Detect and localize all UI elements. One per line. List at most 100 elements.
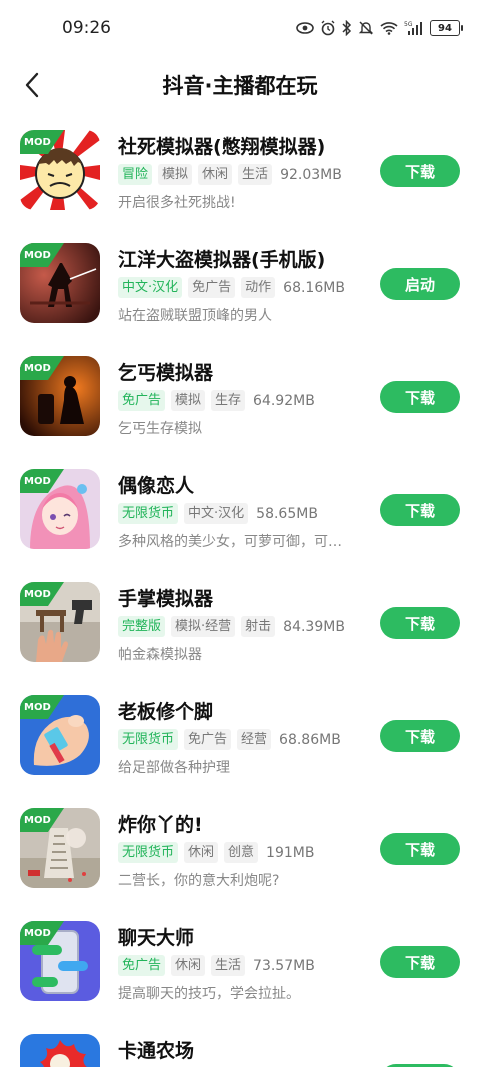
- list-item[interactable]: MOD 乞丐模拟器 免广告 模拟 生存 64.92MB 乞丐生存模拟 下载: [0, 346, 480, 459]
- status-time: 09:26: [62, 18, 111, 38]
- svg-text:MOD: MOD: [24, 137, 51, 148]
- tag: 中文·汉化: [184, 503, 249, 524]
- download-button[interactable]: 下载: [380, 946, 460, 978]
- download-button[interactable]: 下载: [380, 833, 460, 865]
- app-icon: MOD: [20, 130, 100, 210]
- mod-badge: MOD: [20, 130, 64, 154]
- app-description: 提高聊天的技巧，学会拉扯。: [118, 986, 300, 1002]
- tag-row: 无限货币 休闲 创意 191MB: [118, 842, 314, 863]
- download-button[interactable]: 下载: [380, 720, 460, 752]
- tag-row: 完整版 模拟·经营 射击 84.39MB: [118, 616, 345, 637]
- app-description: 站在盗贼联盟顶峰的男人: [118, 308, 272, 324]
- tag: 无限货币: [118, 842, 179, 863]
- file-size: 191MB: [266, 844, 315, 861]
- file-size: 92.03MB: [280, 166, 342, 183]
- tag: 中文·汉化: [118, 277, 183, 298]
- mute-icon: [358, 21, 374, 35]
- app-icon: MOD: [20, 469, 100, 549]
- app-name: 社死模拟器(憋翔模拟器): [118, 136, 326, 158]
- mod-badge: MOD: [20, 356, 64, 380]
- tag-row: 免广告 休闲 生活 73.57MB: [118, 955, 315, 976]
- tag-row: 中文·汉化 免广告 动作 68.16MB: [118, 277, 345, 298]
- tag: 动作: [241, 277, 276, 298]
- tag: 免广告: [118, 955, 166, 976]
- tag: 射击: [241, 616, 276, 637]
- app-name: 手掌模拟器: [118, 588, 214, 610]
- eye-icon: [296, 22, 314, 34]
- tag: 休闲: [198, 164, 233, 185]
- tag: 完整版: [118, 616, 166, 637]
- app-icon: MOD: [20, 921, 100, 1001]
- header: 抖音·主播都在玩: [0, 60, 480, 110]
- tag: 生存: [211, 390, 246, 411]
- app-description: 开启很多社死挑战!: [118, 195, 236, 211]
- app-icon: MOD: [20, 695, 100, 775]
- mod-badge: MOD: [20, 469, 64, 493]
- svg-text:MOD: MOD: [24, 363, 51, 374]
- list-item[interactable]: MOD 偶像恋人 无限货币 中文·汉化 58.65MB 多种风格的美少女，可萝可…: [0, 459, 480, 572]
- tag: 无限货币: [118, 729, 179, 750]
- tag-row: 无限货币 中文·汉化 58.65MB: [118, 503, 318, 524]
- mod-badge: MOD: [20, 921, 64, 945]
- app-description: 给足部做各种护理: [118, 760, 230, 776]
- tag: 生活: [211, 955, 246, 976]
- list-item[interactable]: MOD 老板修个脚 无限货币 免广告 经营 68.86MB 给足部做各种护理 下…: [0, 685, 480, 798]
- file-size: 84.39MB: [283, 618, 345, 635]
- launch-button[interactable]: 启动: [380, 268, 460, 300]
- list-item[interactable]: MOD 炸你丫的! 无限货币 休闲 创意 191MB 二营长，你的意大利炮呢? …: [0, 798, 480, 911]
- list-item[interactable]: MOD 手掌模拟器 完整版 模拟·经营 射击 84.39MB 帕金森模拟器 下载: [0, 572, 480, 685]
- tag: 免广告: [184, 729, 232, 750]
- app-name: 聊天大师: [118, 927, 195, 949]
- svg-text:MOD: MOD: [24, 815, 51, 826]
- tag: 经营: [237, 729, 272, 750]
- list-item[interactable]: 卡通农场: [0, 1024, 480, 1067]
- app-icon: MOD: [20, 582, 100, 662]
- tag: 模拟: [158, 164, 193, 185]
- app-name: 江洋大盗模拟器(手机版): [118, 249, 326, 271]
- download-button[interactable]: 下载: [380, 494, 460, 526]
- wifi-icon: [380, 22, 398, 35]
- download-button[interactable]: 下载: [380, 607, 460, 639]
- svg-text:MOD: MOD: [24, 476, 51, 487]
- file-size: 68.16MB: [283, 279, 345, 296]
- app-icon: MOD: [20, 356, 100, 436]
- app-name: 卡通农场: [118, 1040, 195, 1062]
- list-item[interactable]: MOD 江洋大盗模拟器(手机版) 中文·汉化 免广告 动作 68.16MB 站在…: [0, 233, 480, 346]
- list-item[interactable]: MOD 聊天大师 免广告 休闲 生活 73.57MB 提高聊天的技巧，学会拉扯。…: [0, 911, 480, 1024]
- tag: 冒险: [118, 164, 153, 185]
- tag: 模拟: [171, 390, 206, 411]
- tag-row: 无限货币 免广告 经营 68.86MB: [118, 729, 341, 750]
- page-title: 抖音·主播都在玩: [162, 74, 318, 98]
- app-name: 炸你丫的!: [118, 814, 203, 836]
- status-icons: 5G 94: [296, 20, 463, 36]
- tag: 模拟·经营: [171, 616, 236, 637]
- tag-row: 免广告 模拟 生存 64.92MB: [118, 390, 315, 411]
- file-size: 64.92MB: [253, 392, 315, 409]
- tag: 生活: [238, 164, 273, 185]
- app-icon: MOD: [20, 243, 100, 323]
- app-name: 乞丐模拟器: [118, 362, 214, 384]
- mod-badge: MOD: [20, 808, 64, 832]
- file-size: 68.86MB: [279, 731, 341, 748]
- alarm-icon: [321, 20, 335, 36]
- tag: 免广告: [188, 277, 236, 298]
- tag: 创意: [224, 842, 259, 863]
- signal-5g-icon: 5G: [404, 21, 422, 35]
- app-icon: [20, 1034, 100, 1067]
- bluetooth-icon: [342, 20, 352, 36]
- tag: 休闲: [171, 955, 206, 976]
- list-item[interactable]: MOD 社死模拟器(憋翔模拟器) 冒险 模拟 休闲 生活 92.03MB 开启很…: [0, 120, 480, 233]
- battery-icon: 94: [430, 20, 463, 36]
- mod-badge: MOD: [20, 695, 64, 719]
- mod-badge: MOD: [20, 582, 64, 606]
- tag: 休闲: [184, 842, 219, 863]
- app-description: 乞丐生存模拟: [118, 421, 202, 437]
- tag: 免广告: [118, 390, 166, 411]
- app-description: 帕金森模拟器: [118, 647, 202, 663]
- download-button[interactable]: 下载: [380, 155, 460, 187]
- download-button[interactable]: 下载: [380, 381, 460, 413]
- app-description: 二营长，你的意大利炮呢?: [118, 873, 280, 889]
- file-size: 73.57MB: [253, 957, 315, 974]
- app-description: 多种风格的美少女，可萝可御，可…: [118, 534, 342, 550]
- status-bar: 09:26 5G 94: [0, 0, 480, 60]
